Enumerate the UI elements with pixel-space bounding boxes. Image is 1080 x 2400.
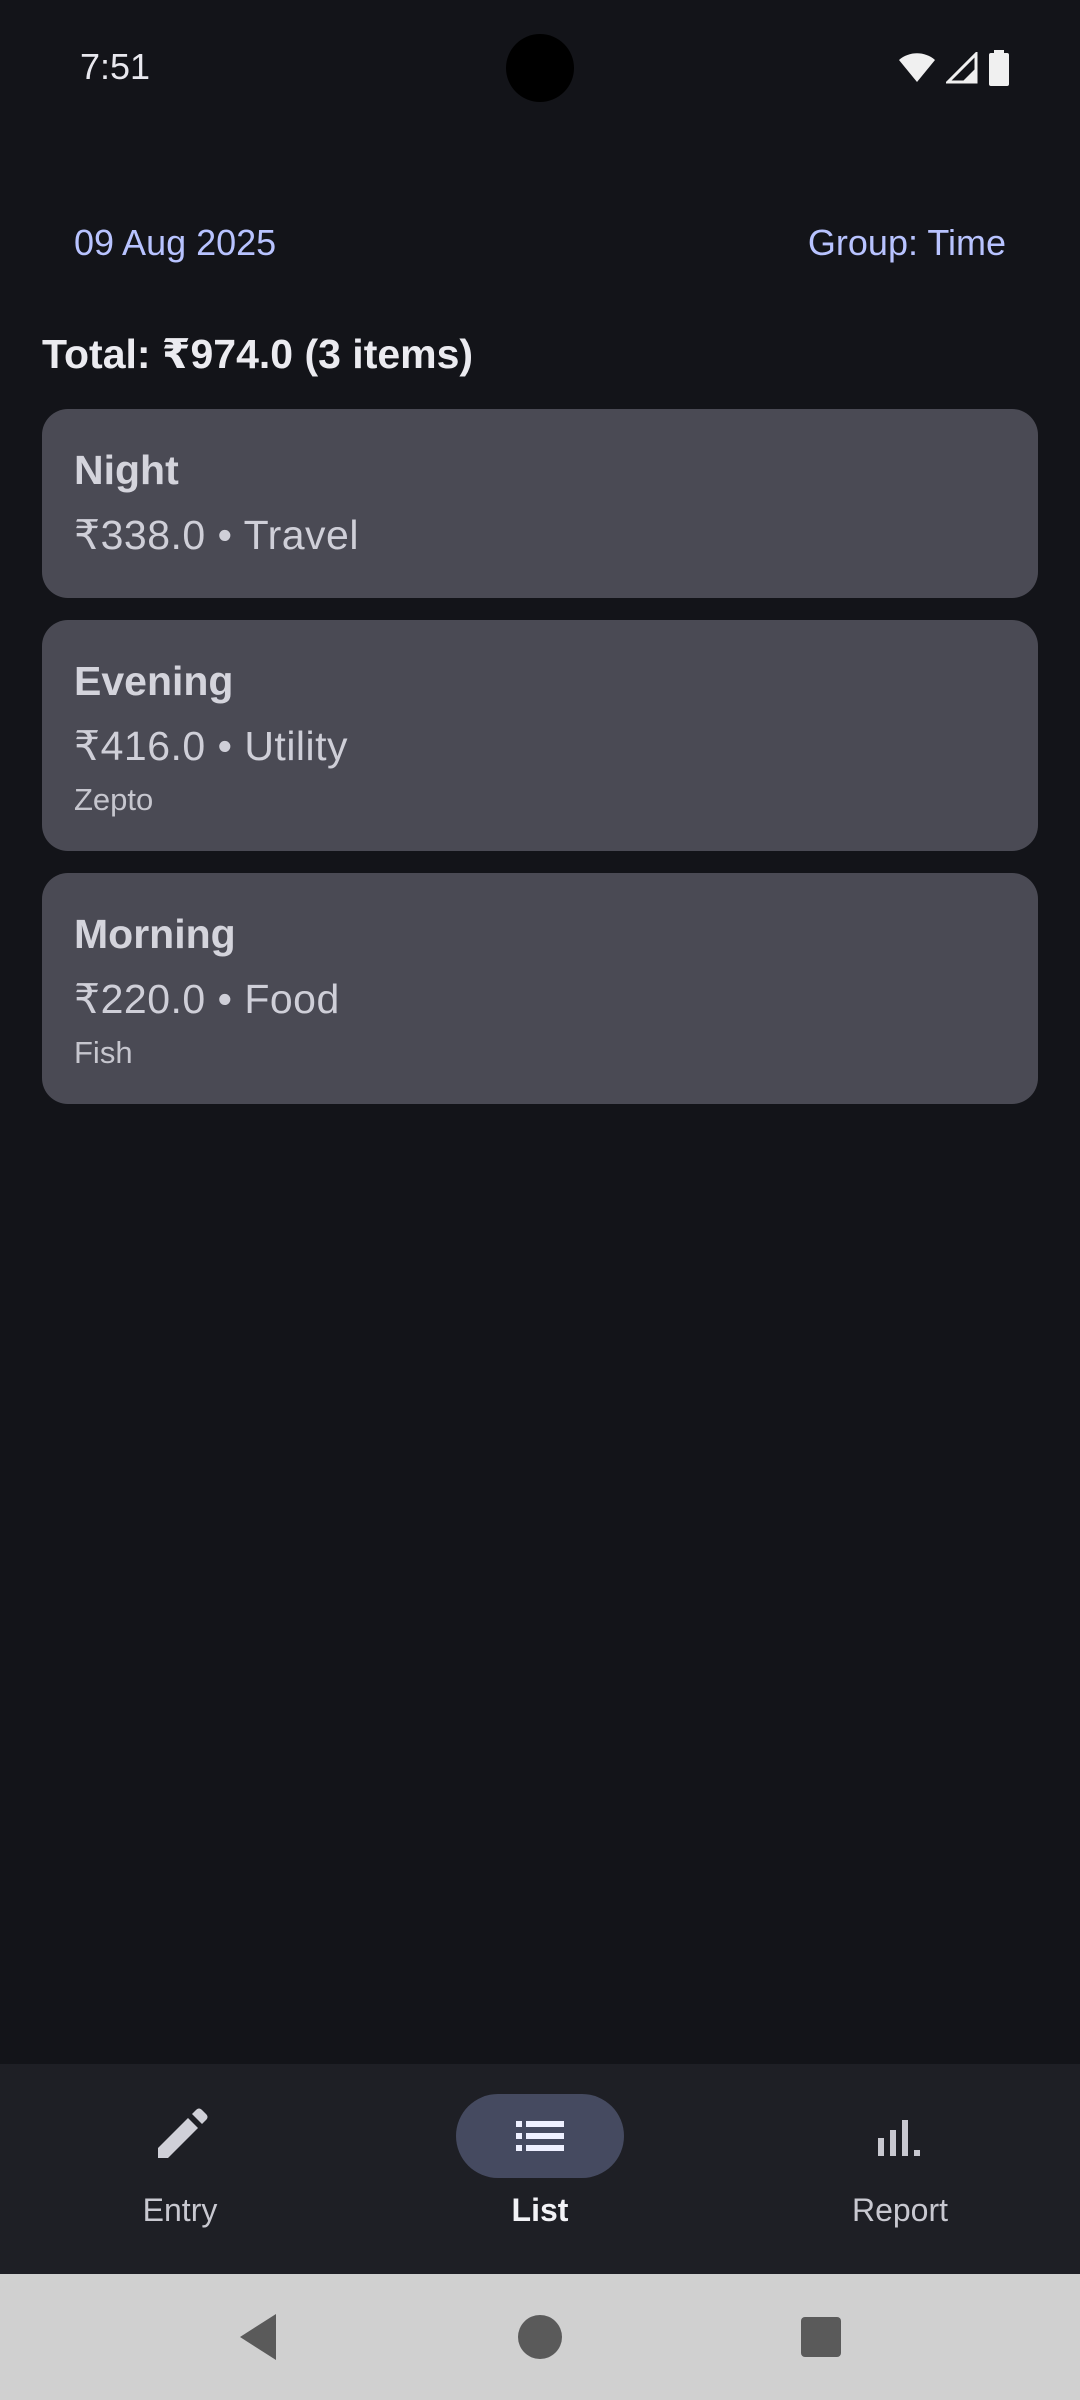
status-bar: 7:51 bbox=[0, 0, 1080, 136]
bottom-navigation: Entry List Report bbox=[0, 2064, 1080, 2274]
pencil-icon bbox=[152, 2108, 208, 2164]
status-icons bbox=[898, 50, 1010, 86]
system-navigation-bar bbox=[0, 2274, 1080, 2400]
entry-note: Zepto bbox=[74, 782, 154, 817]
total-summary: Total: ₹974.0 (3 items) bbox=[42, 331, 474, 377]
header-row: 09 Aug 2025 Group: Time bbox=[42, 210, 1038, 270]
nav-item-report[interactable]: Report bbox=[720, 2064, 1080, 2274]
date-selector[interactable]: 09 Aug 2025 bbox=[74, 222, 276, 264]
nav-item-entry[interactable]: Entry bbox=[0, 2064, 360, 2274]
wifi-icon bbox=[898, 52, 936, 84]
entry-card[interactable]: Night ₹338.0 • Travel bbox=[42, 409, 1038, 598]
home-icon[interactable] bbox=[507, 2304, 573, 2370]
entry-note: Fish bbox=[74, 1035, 133, 1070]
nav-label-entry: Entry bbox=[142, 2192, 218, 2228]
entry-title: Morning bbox=[74, 911, 236, 957]
battery-icon bbox=[988, 50, 1010, 86]
bar-chart-icon bbox=[872, 2108, 928, 2164]
status-time: 7:51 bbox=[80, 46, 151, 87]
back-icon[interactable] bbox=[226, 2304, 292, 2370]
entry-title: Night bbox=[74, 447, 179, 493]
entry-card[interactable]: Morning ₹220.0 • Food Fish bbox=[42, 873, 1038, 1104]
signal-icon bbox=[946, 52, 978, 84]
entry-amount-category: ₹220.0 • Food bbox=[74, 976, 340, 1022]
recents-icon[interactable] bbox=[788, 2304, 854, 2370]
entry-title: Evening bbox=[74, 658, 234, 704]
entry-amount-category: ₹416.0 • Utility bbox=[74, 723, 349, 769]
entry-card[interactable]: Evening ₹416.0 • Utility Zepto bbox=[42, 620, 1038, 851]
entry-amount-category: ₹338.0 • Travel bbox=[74, 512, 359, 558]
nav-item-list[interactable]: List bbox=[360, 2064, 720, 2274]
camera-cutout bbox=[506, 34, 574, 102]
group-selector[interactable]: Group: Time bbox=[808, 222, 1006, 264]
list-icon bbox=[512, 2108, 568, 2164]
nav-label-report: Report bbox=[851, 2192, 949, 2228]
nav-label-list: List bbox=[511, 2192, 569, 2228]
